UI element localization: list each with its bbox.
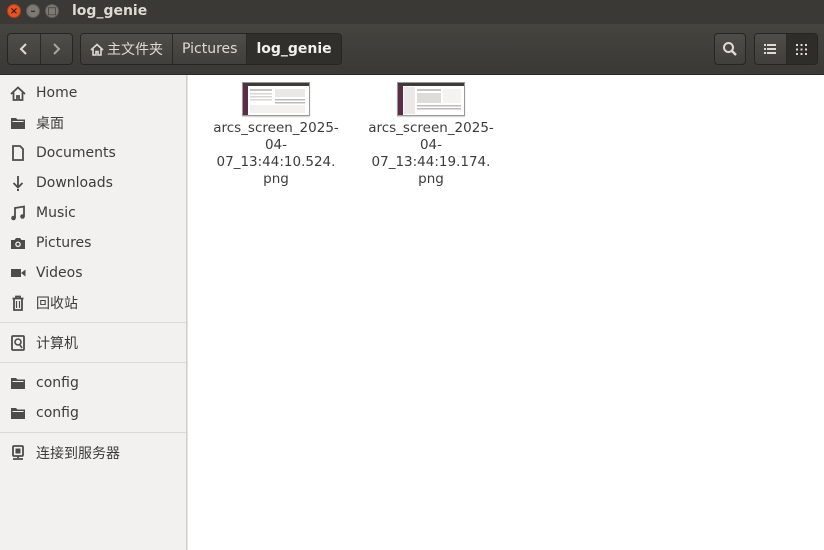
header-bar: 主文件夹 Pictures log_genie (0, 24, 824, 75)
breadcrumb-current[interactable]: log_genie (246, 34, 341, 64)
sidebar-item-label: Pictures (36, 235, 92, 251)
folder-icon (9, 114, 27, 132)
grid-view-icon (796, 43, 808, 55)
sidebar-item-computer[interactable]: 计算机 (0, 328, 186, 358)
close-window-button[interactable]: × (7, 4, 21, 18)
grid-view-button[interactable] (785, 34, 817, 64)
sidebar-item-label: 连接到服务器 (36, 446, 120, 462)
video-icon (9, 264, 27, 282)
breadcrumb: 主文件夹 Pictures log_genie (80, 33, 342, 65)
file-thumbnail (242, 82, 310, 116)
sidebar-item-music[interactable]: Music (0, 198, 186, 228)
sidebar-item-config-2[interactable]: config (0, 398, 186, 428)
window-titlebar: × – □ log_genie (0, 0, 824, 24)
chevron-right-icon (53, 43, 61, 55)
file-item[interactable]: arcs_screen_2025- 04-07_13:44:19.174. pn… (363, 82, 499, 188)
document-icon (9, 144, 27, 162)
sidebar-separator (0, 362, 186, 363)
sidebar-item-documents[interactable]: Documents (0, 138, 186, 168)
sidebar-item-videos[interactable]: Videos (0, 258, 186, 288)
file-name-line: 04-07_13:44:19.174. (371, 137, 491, 170)
sidebar-item-label: 计算机 (36, 336, 78, 352)
sidebar-item-trash[interactable]: 回收站 (0, 288, 186, 318)
view-mode-buttons (754, 33, 818, 65)
sidebar-item-downloads[interactable]: Downloads (0, 168, 186, 198)
chevron-left-icon (19, 43, 27, 55)
file-thumbnail (397, 82, 465, 116)
file-name-line: arcs_screen_2025- (368, 120, 494, 136)
sidebar-separator (0, 322, 186, 323)
list-view-button[interactable] (755, 34, 786, 64)
list-view-icon (764, 44, 777, 54)
navigation-buttons (7, 33, 73, 65)
search-icon (723, 42, 737, 56)
file-item[interactable]: arcs_screen_2025- 04-07_13:44:10.524. pn… (208, 82, 344, 188)
sidebar-item-connect-server[interactable]: 连接到服务器 (0, 438, 186, 468)
music-icon (9, 204, 27, 222)
breadcrumb-pictures-label: Pictures (182, 41, 238, 57)
sidebar-item-label: 桌面 (36, 116, 64, 132)
home-icon (90, 42, 104, 56)
file-name-line: 04-07_13:44:10.524. (216, 137, 336, 170)
trash-icon (9, 294, 27, 312)
breadcrumb-home-label: 主文件夹 (107, 42, 163, 58)
file-name: arcs_screen_2025- 04-07_13:44:19.174. pn… (363, 120, 499, 188)
download-icon (9, 174, 27, 192)
folder-icon (9, 374, 27, 392)
minimize-window-button[interactable]: – (26, 4, 40, 18)
breadcrumb-current-label: log_genie (256, 41, 332, 57)
file-name-line: arcs_screen_2025- (213, 120, 339, 136)
sidebar-item-label: 回收站 (36, 296, 78, 312)
sidebar-item-label: Downloads (36, 175, 113, 191)
sidebar-separator (0, 432, 186, 433)
back-button[interactable] (8, 34, 40, 64)
file-name-line: png (418, 171, 444, 187)
breadcrumb-home[interactable]: 主文件夹 (81, 34, 172, 64)
sidebar-item-label: Documents (36, 145, 116, 161)
sidebar-item-label: config (36, 375, 79, 391)
file-name: arcs_screen_2025- 04-07_13:44:10.524. pn… (208, 120, 344, 188)
window-title: log_genie (72, 3, 148, 19)
sidebar-item-config-1[interactable]: config (0, 368, 186, 398)
sidebar-item-desktop[interactable]: 桌面 (0, 108, 186, 138)
sidebar-item-home[interactable]: Home (0, 78, 186, 108)
file-name-line: png (263, 171, 289, 187)
camera-icon (9, 234, 27, 252)
sidebar-item-label: Home (36, 85, 78, 101)
search-button[interactable] (714, 33, 746, 65)
sidebar: Home 桌面 Documents Downloads Music Pictur… (0, 75, 187, 550)
server-icon (9, 444, 27, 462)
home-icon (9, 84, 27, 102)
sidebar-item-label: Music (36, 205, 76, 221)
breadcrumb-pictures[interactable]: Pictures (172, 34, 247, 64)
sidebar-item-label: config (36, 405, 79, 421)
maximize-window-button[interactable]: □ (45, 4, 59, 18)
forward-button[interactable] (39, 34, 73, 64)
file-view: arcs_screen_2025- 04-07_13:44:10.524. pn… (187, 75, 824, 550)
folder-icon (9, 404, 27, 422)
computer-icon (9, 334, 27, 352)
sidebar-item-pictures[interactable]: Pictures (0, 228, 186, 258)
sidebar-item-label: Videos (36, 265, 83, 281)
